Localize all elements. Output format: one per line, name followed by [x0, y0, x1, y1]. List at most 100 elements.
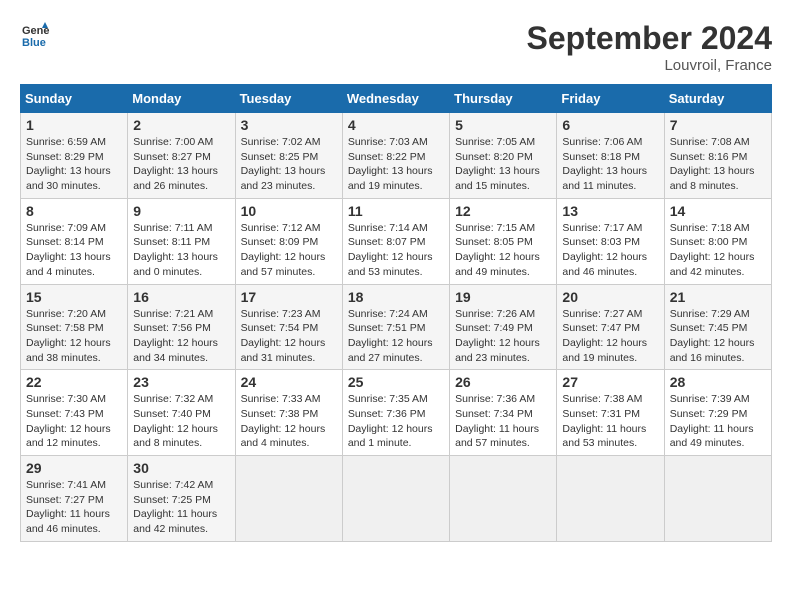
cell-info: Sunrise: 7:05 AMSunset: 8:20 PMDaylight:… — [455, 135, 551, 194]
calendar-cell: 4Sunrise: 7:03 AMSunset: 8:22 PMDaylight… — [342, 113, 449, 199]
calendar-cell: 29Sunrise: 7:41 AMSunset: 7:27 PMDayligh… — [21, 456, 128, 542]
calendar-cell: 13 Sunrise: 7:17 AMSunset: 8:03 PMDayligh… — [557, 198, 664, 284]
cell-info: Sunrise: 7:08 AMSunset: 8:16 PMDaylight:… — [670, 135, 766, 194]
calendar-cell: 12 Sunrise: 7:15 AMSunset: 8:05 PMDayligh… — [450, 198, 557, 284]
cell-info: Sunrise: 7:24 AMSunset: 7:51 PMDaylight:… — [348, 307, 444, 366]
day-number: 1 — [26, 117, 122, 133]
svg-text:Blue: Blue — [22, 37, 46, 49]
cell-info: Sunrise: 7:32 AMSunset: 7:40 PMDaylight:… — [133, 392, 229, 451]
calendar-cell: 21 Sunrise: 7:29 AMSunset: 7:45 PMDayligh… — [664, 284, 771, 370]
calendar-cell: 6 Sunrise: 7:06 AMSunset: 8:18 PMDaylight… — [557, 113, 664, 199]
cell-info: Sunrise: 7:30 AMSunset: 7:43 PMDaylight:… — [26, 392, 122, 451]
calendar-cell: 19 Sunrise: 7:26 AMSunset: 7:49 PMDayligh… — [450, 284, 557, 370]
day-number: 21 — [670, 289, 766, 305]
weekday-header-row: SundayMondayTuesdayWednesdayThursdayFrid… — [21, 85, 772, 113]
weekday-header-cell: Monday — [128, 85, 235, 113]
calendar-cell: 27Sunrise: 7:38 AMSunset: 7:31 PMDayligh… — [557, 370, 664, 456]
cell-info: Sunrise: 7:09 AMSunset: 8:14 PMDaylight:… — [26, 221, 122, 280]
cell-info: Sunrise: 7:38 AMSunset: 7:31 PMDaylight:… — [562, 392, 658, 451]
calendar-week-row: 29Sunrise: 7:41 AMSunset: 7:27 PMDayligh… — [21, 456, 772, 542]
calendar-cell: 23Sunrise: 7:32 AMSunset: 7:40 PMDayligh… — [128, 370, 235, 456]
cell-info: Sunrise: 7:06 AMSunset: 8:18 PMDaylight:… — [562, 135, 658, 194]
cell-info: Sunrise: 7:17 AMSunset: 8:03 PMDaylight:… — [562, 221, 658, 280]
day-number: 29 — [26, 460, 122, 476]
weekday-header-cell: Saturday — [664, 85, 771, 113]
cell-info: Sunrise: 7:15 AMSunset: 8:05 PMDaylight:… — [455, 221, 551, 280]
logo-icon: General Blue — [20, 20, 50, 50]
day-number: 4 — [348, 117, 444, 133]
calendar-cell: 11 Sunrise: 7:14 AMSunset: 8:07 PMDayligh… — [342, 198, 449, 284]
weekday-header-cell: Tuesday — [235, 85, 342, 113]
day-number: 22 — [26, 374, 122, 390]
cell-info: Sunrise: 7:20 AMSunset: 7:58 PMDaylight:… — [26, 307, 122, 366]
calendar-cell: 8 Sunrise: 7:09 AMSunset: 8:14 PMDaylight… — [21, 198, 128, 284]
cell-info: Sunrise: 7:27 AMSunset: 7:47 PMDaylight:… — [562, 307, 658, 366]
day-number: 6 — [562, 117, 658, 133]
cell-info: Sunrise: 7:29 AMSunset: 7:45 PMDaylight:… — [670, 307, 766, 366]
calendar-cell: 2 Sunrise: 7:00 AMSunset: 8:27 PMDaylight… — [128, 113, 235, 199]
month-title: September 2024 — [527, 20, 772, 57]
calendar-cell: 17Sunrise: 7:23 AMSunset: 7:54 PMDayligh… — [235, 284, 342, 370]
calendar-cell: 7 Sunrise: 7:08 AMSunset: 8:16 PMDaylight… — [664, 113, 771, 199]
cell-info: Sunrise: 7:26 AMSunset: 7:49 PMDaylight:… — [455, 307, 551, 366]
cell-info: Sunrise: 7:02 AMSunset: 8:25 PMDaylight:… — [241, 135, 337, 194]
cell-info: Sunrise: 7:36 AMSunset: 7:34 PMDaylight:… — [455, 392, 551, 451]
calendar-cell: 18 Sunrise: 7:24 AMSunset: 7:51 PMDayligh… — [342, 284, 449, 370]
day-number: 7 — [670, 117, 766, 133]
day-number: 8 — [26, 203, 122, 219]
day-number: 9 — [133, 203, 229, 219]
cell-info: Sunrise: 7:14 AMSunset: 8:07 PMDaylight:… — [348, 221, 444, 280]
cell-info: Sunrise: 7:18 AMSunset: 8:00 PMDaylight:… — [670, 221, 766, 280]
cell-info: Sunrise: 7:39 AMSunset: 7:29 PMDaylight:… — [670, 392, 766, 451]
weekday-header-cell: Friday — [557, 85, 664, 113]
day-number: 30 — [133, 460, 229, 476]
calendar-cell: 28Sunrise: 7:39 AMSunset: 7:29 PMDayligh… — [664, 370, 771, 456]
calendar-cell: 3 Sunrise: 7:02 AMSunset: 8:25 PMDaylight… — [235, 113, 342, 199]
calendar-cell: 9Sunrise: 7:11 AMSunset: 8:11 PMDaylight… — [128, 198, 235, 284]
calendar-cell — [342, 456, 449, 542]
calendar-cell: 24Sunrise: 7:33 AMSunset: 7:38 PMDayligh… — [235, 370, 342, 456]
location: Louvroil, France — [527, 57, 772, 74]
calendar-cell: 26 Sunrise: 7:36 AMSunset: 7:34 PMDayligh… — [450, 370, 557, 456]
day-number: 11 — [348, 203, 444, 219]
calendar-cell: 10Sunrise: 7:12 AMSunset: 8:09 PMDayligh… — [235, 198, 342, 284]
calendar-cell: 20 Sunrise: 7:27 AMSunset: 7:47 PMDayligh… — [557, 284, 664, 370]
cell-info: Sunrise: 7:42 AMSunset: 7:25 PMDaylight:… — [133, 478, 229, 537]
cell-info: Sunrise: 6:59 AMSunset: 8:29 PMDaylight:… — [26, 135, 122, 194]
day-number: 2 — [133, 117, 229, 133]
weekday-header-cell: Sunday — [21, 85, 128, 113]
logo: General Blue — [20, 20, 50, 50]
day-number: 19 — [455, 289, 551, 305]
day-number: 14 — [670, 203, 766, 219]
day-number: 17 — [241, 289, 337, 305]
day-number: 26 — [455, 374, 551, 390]
day-number: 25 — [348, 374, 444, 390]
calendar-cell: 22 Sunrise: 7:30 AMSunset: 7:43 PMDayligh… — [21, 370, 128, 456]
day-number: 12 — [455, 203, 551, 219]
calendar-cell: 25 Sunrise: 7:35 AMSunset: 7:36 PMDayligh… — [342, 370, 449, 456]
day-number: 15 — [26, 289, 122, 305]
cell-info: Sunrise: 7:33 AMSunset: 7:38 PMDaylight:… — [241, 392, 337, 451]
cell-info: Sunrise: 7:12 AMSunset: 8:09 PMDaylight:… — [241, 221, 337, 280]
page-header: General Blue September 2024 Louvroil, Fr… — [20, 20, 772, 74]
day-number: 20 — [562, 289, 658, 305]
cell-info: Sunrise: 7:00 AMSunset: 8:27 PMDaylight:… — [133, 135, 229, 194]
calendar-week-row: 1 Sunrise: 6:59 AMSunset: 8:29 PMDaylight… — [21, 113, 772, 199]
calendar-cell: 16Sunrise: 7:21 AMSunset: 7:56 PMDayligh… — [128, 284, 235, 370]
calendar-week-row: 15 Sunrise: 7:20 AMSunset: 7:58 PMDayligh… — [21, 284, 772, 370]
calendar-cell — [450, 456, 557, 542]
cell-info: Sunrise: 7:21 AMSunset: 7:56 PMDaylight:… — [133, 307, 229, 366]
calendar-body: 1 Sunrise: 6:59 AMSunset: 8:29 PMDaylight… — [21, 113, 772, 542]
calendar-cell: 5 Sunrise: 7:05 AMSunset: 8:20 PMDaylight… — [450, 113, 557, 199]
weekday-header-cell: Thursday — [450, 85, 557, 113]
day-number: 3 — [241, 117, 337, 133]
day-number: 5 — [455, 117, 551, 133]
calendar-cell: 15 Sunrise: 7:20 AMSunset: 7:58 PMDayligh… — [21, 284, 128, 370]
calendar-table: SundayMondayTuesdayWednesdayThursdayFrid… — [20, 84, 772, 542]
day-number: 13 — [562, 203, 658, 219]
calendar-week-row: 22 Sunrise: 7:30 AMSunset: 7:43 PMDayligh… — [21, 370, 772, 456]
calendar-cell: 30 Sunrise: 7:42 AMSunset: 7:25 PMDayligh… — [128, 456, 235, 542]
cell-info: Sunrise: 7:35 AMSunset: 7:36 PMDaylight:… — [348, 392, 444, 451]
title-block: September 2024 Louvroil, France — [527, 20, 772, 74]
day-number: 18 — [348, 289, 444, 305]
